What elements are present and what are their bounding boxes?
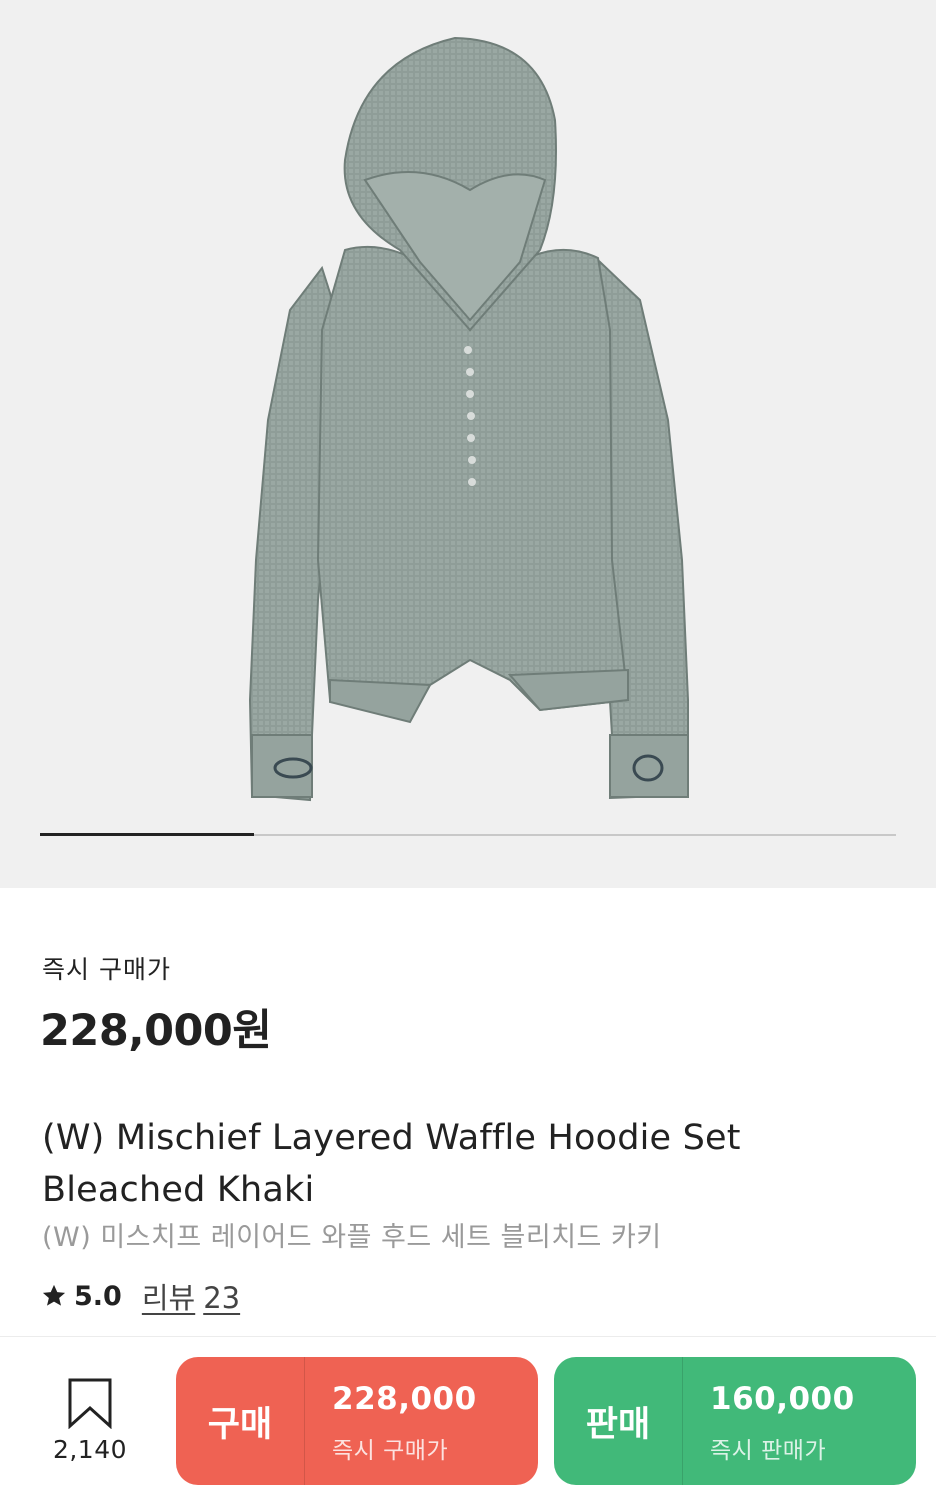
star-icon [42, 1284, 66, 1306]
instant-buy-price: 228,000원 [40, 1006, 272, 1056]
product-title-en: (W) Mischief Layered Waffle Hoodie Set B… [42, 1118, 741, 1210]
sell-button-divider [682, 1357, 683, 1485]
buy-button-label: 구매 [207, 1404, 273, 1445]
reviews-link-label: 리뷰 [141, 1281, 196, 1315]
wishlist-button[interactable]: 2,140 [40, 1377, 140, 1467]
bottom-action-bar: 2,140 구매 228,000 즉시 구매가 판매 160,000 즉시 판매… [0, 1336, 936, 1500]
sell-button[interactable]: 판매 160,000 즉시 판매가 [554, 1357, 916, 1485]
rating-score: 5.0 [74, 1280, 122, 1312]
buy-button[interactable]: 구매 228,000 즉시 구매가 [176, 1357, 538, 1485]
buy-button-sublabel: 즉시 구매가 [332, 1438, 449, 1464]
product-image [248, 36, 689, 802]
reviews-link[interactable]: 리뷰 23 [142, 1275, 240, 1317]
product-image-gallery[interactable] [0, 0, 936, 888]
gallery-progress-indicator [40, 833, 254, 836]
gallery-progress-track [40, 833, 896, 836]
instant-buy-price-label: 즉시 구매가 [42, 955, 171, 984]
bookmark-icon [68, 1378, 112, 1429]
buy-button-divider [304, 1357, 305, 1485]
product-title-ko: (W) 미스치프 레이어드 와플 후드 세트 블리치드 카키 [42, 1222, 662, 1253]
sell-button-price: 160,000 [710, 1381, 855, 1417]
buy-button-price: 228,000 [332, 1381, 477, 1417]
rating-row: 5.0 리뷰 23 [40, 1276, 240, 1316]
reviews-count: 23 [203, 1281, 241, 1315]
sell-button-sublabel: 즉시 판매가 [710, 1438, 827, 1464]
sell-button-label: 판매 [585, 1404, 651, 1445]
wishlist-count: 2,140 [52, 1435, 128, 1464]
